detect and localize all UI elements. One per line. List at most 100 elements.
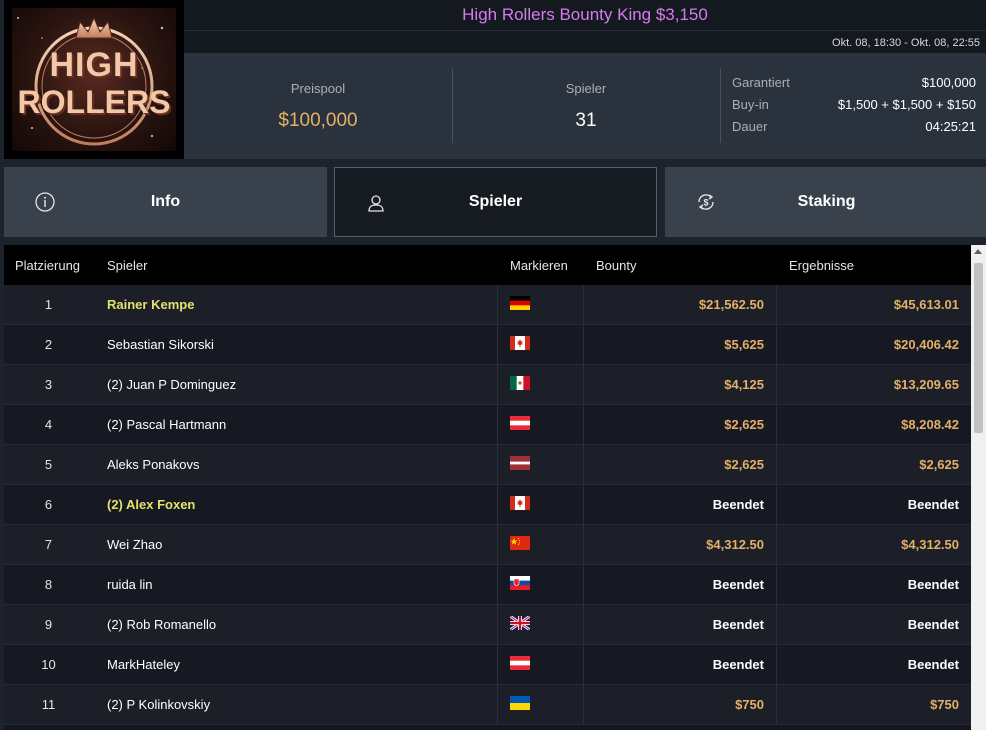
- divider: [720, 68, 721, 143]
- tab-label: Info: [150, 193, 181, 210]
- result-cell: $13,209.65: [893, 377, 959, 392]
- player-name[interactable]: (2) Rob Romanello: [107, 605, 216, 645]
- flag-at-icon: [510, 656, 530, 670]
- info-icon: [35, 192, 55, 212]
- detail-value: 04:25:21: [925, 119, 976, 134]
- detail-row-guaranteed: Garantiert $100,000: [732, 75, 976, 97]
- detail-key: Garantiert: [732, 75, 790, 90]
- player-name[interactable]: ruida lin: [107, 565, 153, 605]
- flag-ca-icon: [510, 336, 530, 350]
- detail-key: Buy-in: [732, 97, 769, 112]
- table-row[interactable]: 5 Aleks Ponakovs $2,625 $2,625: [4, 445, 971, 485]
- result-cell: $2,625: [919, 457, 959, 472]
- players-value: 31: [575, 110, 597, 131]
- flag-cell: [497, 525, 584, 565]
- result-cell: $750: [930, 697, 959, 712]
- flag-cell: [497, 325, 584, 365]
- bounty-cell: $2,625: [584, 445, 777, 485]
- table-body: 1 Rainer Kempe $21,562.50 $45,613.01 2 Sebast…: [4, 285, 971, 725]
- player-name[interactable]: (2) P Kolinkovskiy: [107, 685, 210, 725]
- flag-cell: [497, 605, 584, 645]
- tournament-details: Garantiert $100,000 Buy-in $1,500 + $1,5…: [732, 75, 976, 141]
- rank-cell: 10: [41, 657, 56, 672]
- col-results-header[interactable]: Ergebnisse: [789, 258, 854, 273]
- players-table: Platzierung Spieler Markieren Bounty Erg…: [4, 245, 971, 730]
- table-row[interactable]: 11 (2) P Kolinkovskiy $750 $750: [4, 685, 971, 725]
- user-icon: [368, 195, 384, 212]
- result-cell: $4,312.50: [901, 537, 959, 552]
- flag-cell: [497, 405, 584, 445]
- table-header: Platzierung Spieler Markieren Bounty Erg…: [4, 245, 971, 285]
- detail-value: $100,000: [921, 75, 976, 90]
- bounty-cell: $4,125: [584, 365, 777, 405]
- scrollbar[interactable]: [971, 245, 986, 730]
- result-cell: Beendet: [907, 617, 959, 632]
- table-row[interactable]: 8 ruida lin Beendet Beendet: [4, 565, 971, 605]
- rank-cell: 3: [44, 377, 53, 392]
- result-cell: Beendet: [907, 577, 959, 592]
- flag-lv-icon: [510, 456, 530, 470]
- tab-label: Staking: [797, 193, 856, 210]
- col-rank-header[interactable]: Platzierung: [15, 258, 80, 273]
- player-name[interactable]: Wei Zhao: [107, 525, 162, 565]
- tournament-dates: Okt. 08, 18:30 - Okt. 08, 22:55: [832, 37, 980, 49]
- table-row[interactable]: 7 Wei Zhao $4,312.50 $4,312.50: [4, 525, 971, 565]
- flag-at-icon: [510, 416, 530, 430]
- bounty-cell: Beendet: [584, 605, 777, 645]
- detail-value: $1,500 + $1,500 + $150: [837, 97, 976, 112]
- player-name[interactable]: (2) Alex Foxen: [107, 485, 195, 525]
- flag-gb-icon: [510, 616, 530, 630]
- players-label: Spieler: [565, 81, 607, 96]
- col-bounty-header[interactable]: Bounty: [596, 258, 636, 273]
- result-cell: $20,406.42: [893, 337, 959, 352]
- table-row[interactable]: 10 MarkHateley Beendet Beendet: [4, 645, 971, 685]
- player-name[interactable]: Aleks Ponakovs: [107, 445, 200, 485]
- table-row[interactable]: 3 (2) Juan P Dominguez $4,125 $13,209.65: [4, 365, 971, 405]
- players-stat: Spieler 31: [452, 53, 720, 159]
- flag-cell: [497, 485, 584, 525]
- rank-cell: 1: [44, 297, 53, 312]
- flag-cell: [497, 645, 584, 685]
- svg-text:$: $: [703, 198, 708, 208]
- col-player-header[interactable]: Spieler: [107, 258, 147, 273]
- tournament-title: High Rollers Bounty King $3,150: [462, 5, 708, 24]
- stats-panel: Preispool $100,000 Spieler 31 Garantiert…: [184, 53, 986, 159]
- flag-ca-icon: [510, 496, 530, 510]
- rank-cell: 5: [44, 457, 53, 472]
- col-flag-header[interactable]: Markieren: [510, 258, 568, 273]
- date-bar: Okt. 08, 18:30 - Okt. 08, 22:55: [184, 30, 986, 53]
- detail-row-buyin: Buy-in $1,500 + $1,500 + $150: [732, 97, 976, 119]
- tab-players[interactable]: Spieler: [334, 167, 657, 237]
- prizepool-stat: Preispool $100,000: [184, 53, 452, 159]
- tab-staking[interactable]: $ Staking: [665, 167, 986, 237]
- table-row[interactable]: 4 (2) Pascal Hartmann $2,625 $8,208.42: [4, 405, 971, 445]
- result-cell: $45,613.01: [893, 297, 959, 312]
- dollar-cycle-icon: $: [698, 194, 714, 210]
- scroll-thumb[interactable]: [974, 263, 983, 433]
- table-row[interactable]: 6 (2) Alex Foxen Beendet Beendet: [4, 485, 971, 525]
- table-row[interactable]: 2 Sebastian Sikorski $5,625 $20,406.42: [4, 325, 971, 365]
- table-row[interactable]: 1 Rainer Kempe $21,562.50 $45,613.01: [4, 285, 971, 325]
- rank-cell: 4: [44, 417, 53, 432]
- bounty-cell: $21,562.50: [584, 285, 777, 325]
- logo-artwork: HIGH ROLLERS: [12, 8, 176, 151]
- flag-cell: [497, 285, 584, 325]
- result-cell: Beendet: [907, 497, 959, 512]
- player-name[interactable]: MarkHateley: [107, 645, 180, 685]
- flag-mx-icon: [510, 376, 530, 390]
- player-name[interactable]: Rainer Kempe: [107, 285, 194, 325]
- rank-cell: 2: [44, 337, 53, 352]
- flag-cell: [497, 445, 584, 485]
- table-row[interactable]: 9 (2) Rob Romanello Beendet Beendet: [4, 605, 971, 645]
- flag-cell: [497, 685, 584, 725]
- tab-info[interactable]: Info: [4, 167, 327, 237]
- scroll-up-icon[interactable]: [974, 249, 982, 254]
- player-name[interactable]: Sebastian Sikorski: [107, 325, 214, 365]
- logo-text-high: HIGH: [49, 46, 139, 84]
- tournament-logo: HIGH ROLLERS: [4, 0, 184, 159]
- player-name[interactable]: (2) Pascal Hartmann: [107, 405, 226, 445]
- player-name[interactable]: (2) Juan P Dominguez: [107, 365, 236, 405]
- result-cell: $8,208.42: [901, 417, 959, 432]
- logo-text-rollers: ROLLERS: [17, 84, 171, 120]
- detail-row-duration: Dauer 04:25:21: [732, 119, 976, 141]
